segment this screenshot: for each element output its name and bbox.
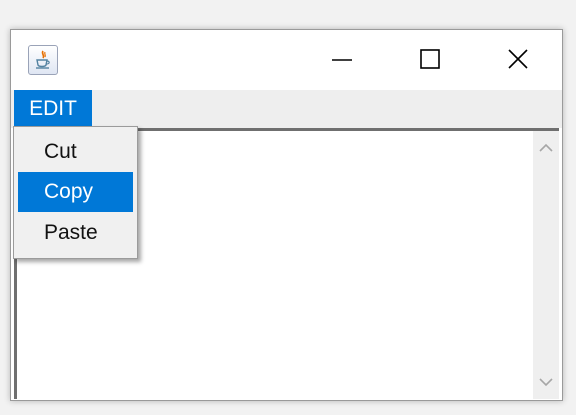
maximize-icon xyxy=(420,49,440,69)
scroll-down-button[interactable] xyxy=(533,371,559,393)
menu-item-paste[interactable]: Paste xyxy=(18,213,133,253)
minimize-button[interactable] xyxy=(298,30,386,88)
maximize-button[interactable] xyxy=(386,30,474,88)
menu-bar: EDIT xyxy=(11,90,562,128)
edit-popup-menu: Cut Copy Paste xyxy=(13,126,138,259)
scroll-up-button[interactable] xyxy=(533,137,559,159)
menu-item-cut[interactable]: Cut xyxy=(18,132,133,172)
minimize-icon xyxy=(332,59,352,61)
chevron-up-icon xyxy=(539,143,553,152)
menu-edit[interactable]: EDIT xyxy=(14,90,92,128)
menu-item-copy[interactable]: Copy xyxy=(18,172,133,212)
title-bar[interactable] xyxy=(11,30,562,90)
java-coffee-icon[interactable] xyxy=(28,45,58,75)
vertical-scrollbar[interactable] xyxy=(533,131,559,399)
chevron-down-icon xyxy=(539,378,553,387)
close-button[interactable] xyxy=(474,30,562,88)
close-icon xyxy=(508,49,528,69)
